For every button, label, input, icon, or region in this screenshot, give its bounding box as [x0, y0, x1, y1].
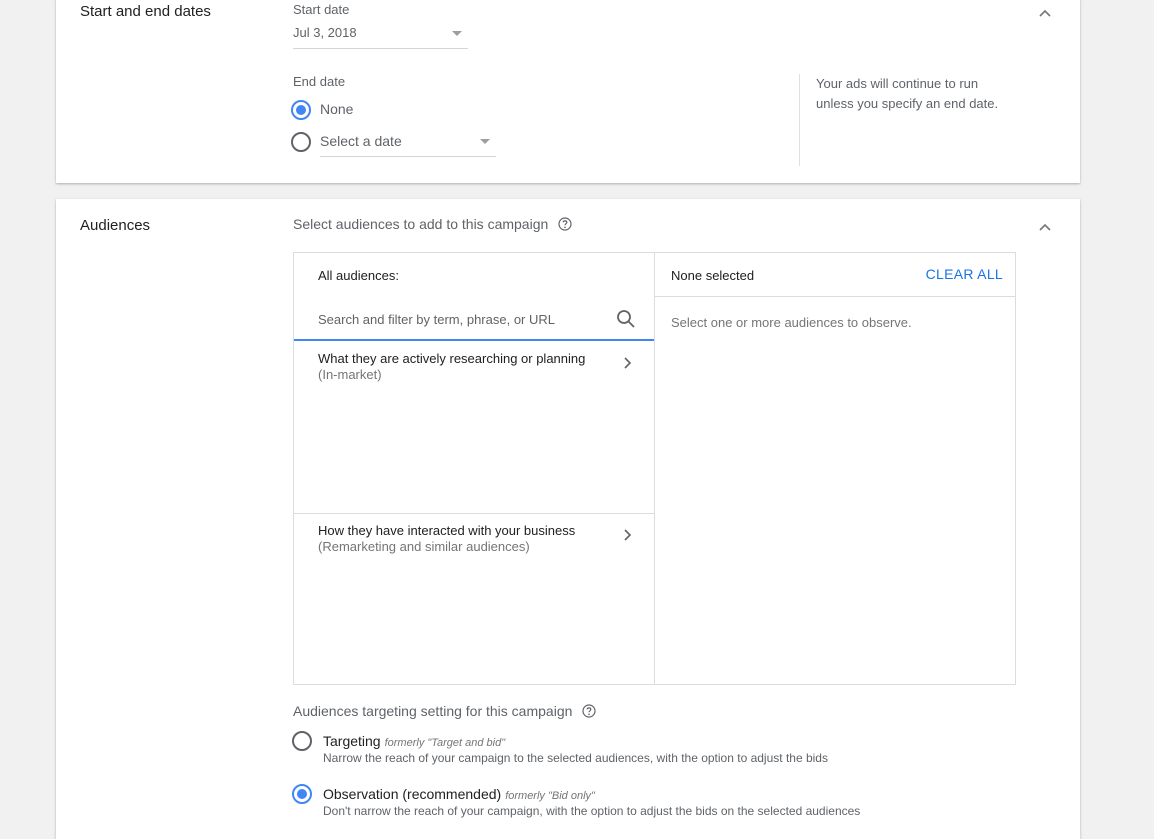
- category-title: What they are actively researching or pl…: [318, 351, 586, 366]
- targeting-option-label: Targeting: [323, 733, 381, 749]
- end-date-select-label: Select a date: [320, 133, 402, 149]
- end-date-label: End date: [293, 74, 346, 89]
- divider: [799, 74, 800, 166]
- targeting-formerly-note: formerly "Target and bid": [384, 737, 506, 749]
- observation-formerly-note: formerly "Bid only": [505, 790, 595, 802]
- category-subtitle: (Remarketing and similar audiences): [318, 539, 530, 554]
- section-title-dates: Start and end dates: [80, 3, 211, 20]
- start-date-label: Start date: [293, 2, 350, 17]
- dropdown-arrow-icon: [452, 31, 462, 36]
- end-date-select-radio[interactable]: [291, 132, 311, 152]
- search-input[interactable]: [318, 309, 608, 329]
- category-in-market[interactable]: What they are actively researching or pl…: [294, 341, 654, 513]
- right-header-divider: [654, 296, 1015, 297]
- section-title-audiences: Audiences: [80, 217, 151, 234]
- end-date-dropdown[interactable]: Select a date: [320, 131, 496, 157]
- end-date-none-label: None: [320, 101, 354, 117]
- audiences-card: Audiences Select audiences to add to thi…: [56, 199, 1080, 839]
- category-subtitle: (In-market): [318, 367, 382, 382]
- category-title: How they have interacted with your busin…: [318, 523, 576, 538]
- start-date-dropdown[interactable]: Jul 3, 2018: [293, 23, 468, 49]
- dropdown-arrow-icon: [480, 139, 490, 144]
- chevron-right-icon: [622, 528, 632, 547]
- audiences-subtitle-text: Select audiences to add to this campaign: [293, 216, 549, 232]
- audience-picker: All audiences: None selected CLEAR ALL W…: [293, 252, 1016, 685]
- observation-radio[interactable]: [292, 784, 312, 804]
- all-audiences-header: All audiences:: [318, 268, 399, 283]
- search-field[interactable]: [294, 297, 654, 341]
- observation-option-description: Don't narrow the reach of your campaign,…: [323, 804, 861, 818]
- audiences-subtitle: Select audiences to add to this campaign: [293, 216, 572, 234]
- end-date-hint: Your ads will continue to run unless you…: [816, 76, 999, 111]
- selected-count-header: None selected: [671, 268, 755, 283]
- end-date-none-radio[interactable]: [291, 100, 311, 120]
- chevron-right-icon: [622, 356, 632, 375]
- targeting-option-title: Targeting formerly "Target and bid": [323, 733, 505, 749]
- observation-option-label: Observation (recommended): [323, 786, 502, 802]
- targeting-option-description: Narrow the reach of your campaign to the…: [323, 751, 828, 765]
- start-date-value: Jul 3, 2018: [293, 25, 357, 40]
- collapse-chevron-up-icon[interactable]: [1038, 220, 1052, 234]
- observation-option-title: Observation (recommended) formerly "Bid o…: [323, 786, 595, 802]
- dates-card: Start and end dates Start date Jul 3, 20…: [56, 0, 1080, 183]
- search-icon[interactable]: [616, 309, 636, 334]
- targeting-setting-heading: Audiences targeting setting for this cam…: [293, 703, 596, 721]
- empty-selection-message: Select one or more audiences to observe.: [671, 315, 912, 330]
- help-icon[interactable]: [582, 704, 596, 721]
- category-remarketing[interactable]: How they have interacted with your busin…: [294, 514, 654, 684]
- targeting-setting-heading-text: Audiences targeting setting for this cam…: [293, 703, 573, 719]
- collapse-chevron-up-icon[interactable]: [1038, 6, 1052, 20]
- targeting-radio[interactable]: [292, 731, 312, 751]
- column-divider: [654, 253, 655, 684]
- help-icon[interactable]: [558, 217, 572, 234]
- clear-all-button[interactable]: CLEAR ALL: [926, 266, 1003, 282]
